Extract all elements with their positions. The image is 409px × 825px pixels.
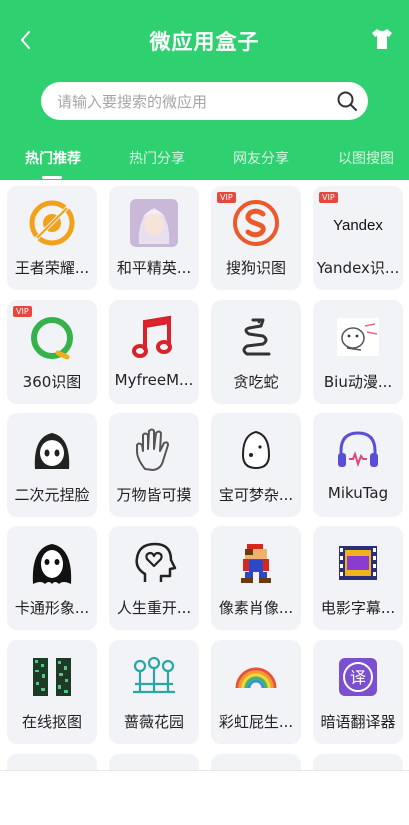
svg-text:Yandex: Yandex — [333, 217, 383, 234]
app-card-touch-everything[interactable]: 万物皆可摸 — [109, 413, 199, 517]
egg-icon — [241, 430, 271, 470]
app-label: Yandex识... — [316, 259, 400, 277]
flower-garden-icon — [133, 656, 175, 694]
ghost-mask-icon — [32, 544, 72, 584]
app-label: 暗语翻译器 — [320, 713, 396, 731]
app-label: 彩虹屁生... — [218, 713, 294, 731]
qr-grid-icon — [33, 658, 71, 696]
app-label: 和平精英... — [116, 259, 192, 277]
tab-hot-share[interactable]: 热门分享 — [106, 148, 208, 168]
search-bar[interactable]: 请输入要搜索的微应用 — [41, 82, 368, 120]
app-label: 搜狗识图 — [225, 259, 286, 277]
app-label: 人生重开... — [116, 599, 192, 617]
app-label: 在线抠图 — [21, 713, 82, 731]
app-card-anime-face[interactable]: 二次元捏脸 — [7, 413, 97, 517]
app-card-movie-subtitle[interactable]: 电影字幕... — [313, 526, 403, 630]
headphones-icon — [338, 431, 378, 468]
app-label: 宝可梦杂... — [218, 486, 294, 504]
app-card-secret-translator[interactable]: 译 暗语翻译器 — [313, 640, 403, 744]
app-card-mikutag[interactable]: MikuTag — [313, 413, 403, 517]
app-card-partial-4[interactable] — [313, 754, 403, 770]
tshirt-icon[interactable] — [369, 27, 395, 51]
app-card-myfreemp3[interactable]: MyfreeM... — [109, 300, 199, 404]
translate-icon: 译 — [339, 658, 377, 696]
app-card-partial-1[interactable] — [7, 754, 97, 770]
app-card-pokemon[interactable]: 宝可梦杂... — [211, 413, 301, 517]
anime-doodle-icon — [337, 318, 379, 356]
app-card-honor-of-kings[interactable]: 王者荣耀... — [7, 186, 97, 290]
search-input[interactable]: 请输入要搜索的微应用 — [57, 91, 207, 112]
tab-user-share[interactable]: 网友分享 — [210, 148, 312, 168]
peacekeeper-elite-avatar-icon — [130, 199, 178, 247]
rainbow-icon — [235, 667, 277, 689]
hand-icon — [136, 428, 169, 471]
app-card-online-cutout[interactable]: 在线抠图 — [7, 640, 97, 744]
tab-bar: 热门推荐 热门分享 网友分享 以图搜图 — [0, 142, 409, 180]
app-card-biu-anime[interactable]: Biu动漫... — [313, 300, 403, 404]
app-grid: 王者荣耀... 和平精英... VIP 搜狗识图 VIP Yandex Yand… — [0, 180, 409, 770]
app-label: 二次元捏脸 — [14, 486, 90, 504]
app-card-partial-2[interactable] — [109, 754, 199, 770]
music-note-icon — [132, 315, 172, 358]
svg-text:译: 译 — [350, 668, 366, 687]
app-card-sogou[interactable]: VIP 搜狗识图 — [211, 186, 301, 290]
bottom-bar — [0, 770, 409, 825]
sogou-icon — [233, 200, 279, 246]
app-card-yandex[interactable]: VIP Yandex Yandex识... — [313, 186, 403, 290]
app-label: Biu动漫... — [323, 373, 393, 391]
app-card-life-restart[interactable]: 人生重开... — [109, 526, 199, 630]
app-card-partial-3[interactable] — [211, 754, 301, 770]
app-label: 王者荣耀... — [14, 259, 90, 277]
app-label: 贪吃蛇 — [233, 373, 279, 391]
app-label: MikuTag — [327, 484, 389, 502]
app-label: MyfreeM... — [114, 371, 194, 389]
app-card-snake[interactable]: 贪吃蛇 — [211, 300, 301, 404]
app-card-rose-garden[interactable]: 蔷薇花园 — [109, 640, 199, 744]
app-label: 蔷薇花园 — [123, 713, 184, 731]
pixel-mario-icon — [241, 544, 271, 583]
app-label: 万物皆可摸 — [116, 486, 192, 504]
app-card-peacekeeper[interactable]: 和平精英... — [109, 186, 199, 290]
app-card-360[interactable]: VIP 360识图 — [7, 300, 97, 404]
app-card-rainbow-compliment[interactable]: 彩虹屁生... — [211, 640, 301, 744]
search-icon[interactable] — [336, 90, 358, 112]
page-title: 微应用盒子 — [149, 30, 260, 54]
tab-image-search[interactable]: 以图搜图 — [315, 148, 409, 168]
head-heart-icon — [135, 542, 177, 582]
app-label: 360识图 — [22, 373, 82, 391]
tab-hot-recommend[interactable]: 热门推荐 — [2, 148, 104, 168]
360-search-icon — [31, 317, 73, 360]
app-card-pixel-portrait[interactable]: 像素肖像... — [211, 526, 301, 630]
active-tab-indicator — [42, 176, 62, 179]
yandex-icon: Yandex — [333, 217, 383, 234]
snake-icon — [242, 318, 271, 356]
anime-face-icon — [34, 433, 70, 469]
app-header: 微应用盒子 请输入要搜索的微应用 热门推荐 热门分享 网友分享 以图搜图 — [0, 0, 409, 180]
film-strip-icon — [339, 546, 377, 580]
app-card-cartoon-avatar[interactable]: 卡通形象... — [7, 526, 97, 630]
app-label: 电影字幕... — [320, 599, 396, 617]
app-label: 卡通形象... — [14, 599, 90, 617]
app-label: 像素肖像... — [218, 599, 294, 617]
honor-of-kings-icon — [29, 200, 75, 246]
